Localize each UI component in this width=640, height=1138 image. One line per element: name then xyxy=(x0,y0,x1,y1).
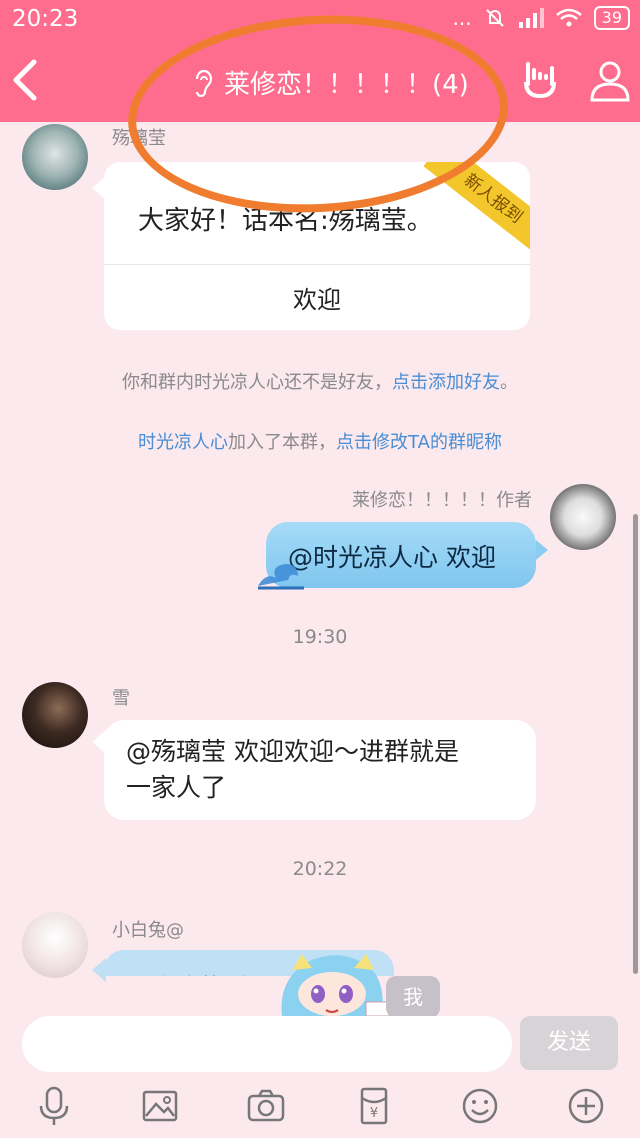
top-bar: 20:23 ... 39 莱修恋！！！！！(4) xyxy=(0,0,640,122)
input-bar: 发送 xyxy=(0,1014,640,1074)
ribbon-wrap: 新人报到 xyxy=(410,162,530,272)
nav-bar: 莱修恋！！！！！(4) xyxy=(0,40,640,122)
sender-name: 小白兔@ xyxy=(112,920,184,941)
newcomer-ribbon: 新人报到 xyxy=(423,162,530,259)
time-divider: 20:22 xyxy=(292,858,348,880)
signal-icon xyxy=(518,8,544,28)
sender-name: 雪 xyxy=(112,688,130,709)
system-message: 你和群内时光凉人心还不是好友，点击添加好友。 xyxy=(0,368,640,394)
bubble-tail xyxy=(536,540,548,560)
message-line: @殇璃莹 欢迎欢迎～进群就是 xyxy=(126,737,459,766)
wave-decoration-icon xyxy=(258,564,304,590)
system-text: 加入了本群， xyxy=(228,432,337,453)
send-button[interactable]: 发送 xyxy=(520,1016,618,1070)
avatar[interactable] xyxy=(22,912,88,978)
scrollbar[interactable] xyxy=(633,514,638,974)
avatar[interactable] xyxy=(22,124,88,190)
avatar[interactable] xyxy=(550,484,616,550)
welcome-card[interactable]: 大家好！话本名:殇璃莹。 欢迎 新人报到 xyxy=(104,162,530,330)
sender-name: 殇璃莹 xyxy=(112,128,166,149)
battery-indicator: 39 xyxy=(593,6,630,30)
mic-icon[interactable] xyxy=(34,1086,74,1126)
love-hand-icon[interactable] xyxy=(518,58,562,102)
emoji-icon[interactable] xyxy=(460,1086,500,1126)
welcome-button[interactable]: 欢迎 xyxy=(104,280,530,315)
status-icons: ... 39 xyxy=(453,6,630,30)
red-packet-icon[interactable]: ¥ xyxy=(354,1086,394,1126)
ear-icon xyxy=(195,69,213,97)
sender-name: 莱修恋！！！！！作者 xyxy=(352,490,532,511)
system-message: 时光凉人心加入了本群，点击修改TA的群昵称 xyxy=(0,428,640,454)
image-icon[interactable] xyxy=(140,1086,180,1126)
wifi-icon xyxy=(555,8,582,27)
anime-sticker xyxy=(262,950,402,1016)
profile-icon[interactable] xyxy=(586,56,634,104)
status-time: 20:23 xyxy=(12,6,79,32)
chat-title[interactable]: 莱修恋！！！！！(4) xyxy=(190,62,469,102)
bottom-toolbar: ¥ xyxy=(0,1080,640,1138)
back-arrow-icon[interactable] xyxy=(4,54,44,106)
anime-girl-icon xyxy=(281,954,393,1016)
more-dots-icon: ... xyxy=(452,6,472,30)
chat-title-text: 莱修恋！！！！！(4) xyxy=(224,69,469,100)
message-bubble[interactable]: @殇璃莹 欢迎欢迎～进群就是 一家人了 xyxy=(104,720,536,820)
status-bar: 20:23 ... 39 xyxy=(0,0,640,40)
member-name-link[interactable]: 时光凉人心 xyxy=(138,432,228,453)
card-text: 大家好！话本名:殇璃莹。 xyxy=(138,206,433,236)
message-bubble-own[interactable]: @时光凉人心 欢迎 xyxy=(266,522,536,588)
svg-text:¥: ¥ xyxy=(370,1106,378,1121)
plus-icon[interactable] xyxy=(566,1086,606,1126)
me-badge[interactable]: 我 xyxy=(386,976,440,1018)
system-text: 。 xyxy=(500,372,518,393)
mute-icon xyxy=(485,9,504,27)
message-line: 一家人了 xyxy=(126,773,227,802)
time-divider: 19:30 xyxy=(292,626,348,648)
avatar[interactable] xyxy=(22,682,88,748)
add-friend-link[interactable]: 点击添加好友 xyxy=(392,372,500,393)
edit-nickname-link[interactable]: 点击修改TA的群昵称 xyxy=(336,432,502,453)
camera-icon[interactable] xyxy=(246,1086,286,1126)
system-text: 你和群内时光凉人心还不是好友， xyxy=(122,372,392,393)
message-input[interactable] xyxy=(22,1016,512,1072)
